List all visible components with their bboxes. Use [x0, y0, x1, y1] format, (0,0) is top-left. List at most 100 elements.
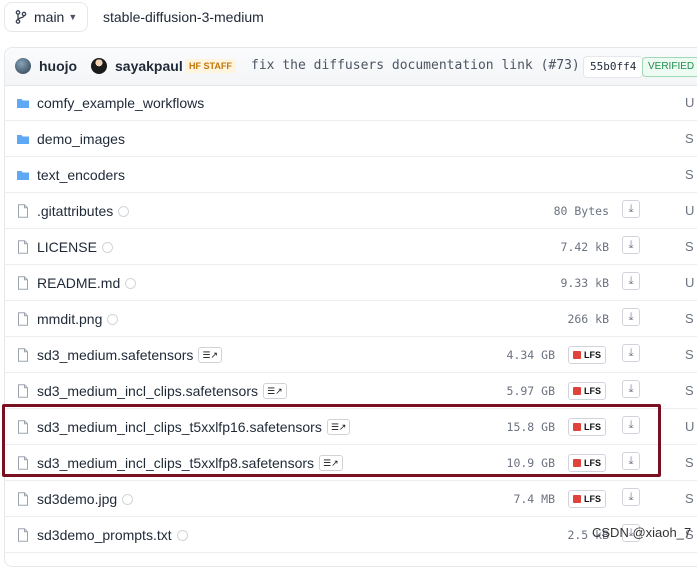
file-row[interactable]: comfy_example_workflows U — [5, 85, 697, 121]
file-size: 4.34 GB — [506, 348, 555, 362]
download-icon[interactable]: ⤓ — [622, 488, 640, 506]
external-link-icon: ↗ — [275, 386, 283, 397]
lfs-badge: LFS — [568, 454, 606, 472]
lfs-cube-icon — [573, 351, 581, 359]
file-icon — [18, 312, 28, 326]
last-updated-truncated: S — [685, 131, 694, 146]
file-row[interactable]: sd3_medium_incl_clips_t5xxlfp8.safetenso… — [5, 445, 697, 481]
commit-message[interactable]: fix the diffusers documentation link (#7… — [251, 58, 580, 73]
file-row[interactable]: sd3_medium.safetensors ☰↗ 4.34 GB LFS ⤓ S — [5, 337, 697, 373]
file-name[interactable]: sd3_medium_incl_clips.safetensors ☰↗ — [37, 383, 287, 400]
file-name[interactable]: mmdit.png — [37, 311, 119, 327]
commit-coauthor[interactable]: sayakpaul — [115, 58, 183, 74]
security-check-icon — [107, 313, 119, 325]
file-name[interactable]: text_encoders — [37, 167, 125, 183]
last-updated-truncated: S — [685, 383, 694, 398]
external-link-icon: ↗ — [331, 458, 339, 469]
file-icon — [18, 420, 28, 434]
download-icon[interactable]: ⤓ — [622, 452, 640, 470]
file-size: 7.4 MB — [513, 492, 555, 506]
file-name[interactable]: sd3demo_prompts.txt — [37, 527, 188, 543]
security-check-icon — [125, 277, 137, 289]
last-updated-truncated: S — [685, 311, 694, 326]
avatar[interactable] — [91, 58, 107, 74]
lfs-badge: LFS — [568, 490, 606, 508]
commit-author[interactable]: huojo — [39, 58, 77, 74]
download-icon[interactable]: ⤓ — [622, 272, 640, 290]
file-name[interactable]: demo_images — [37, 131, 125, 147]
commit-hash[interactable]: 55b0ff4 — [583, 56, 644, 78]
download-icon[interactable]: ⤓ — [622, 236, 640, 254]
security-check-icon — [176, 529, 188, 541]
folder-icon — [17, 135, 29, 144]
safetensors-viewer-tag[interactable]: ☰↗ — [198, 347, 223, 364]
file-size: 80 Bytes — [553, 204, 609, 218]
branch-selector[interactable]: main ▼ — [4, 2, 88, 32]
safetensors-viewer-tag[interactable]: ☰↗ — [263, 383, 287, 400]
safetensors-viewer-tag[interactable]: ☰↗ — [319, 455, 343, 472]
file-size: 5.97 GB — [506, 384, 555, 398]
folder-icon — [17, 171, 29, 180]
security-check-icon — [122, 493, 134, 505]
file-row[interactable]: sd3demo.jpg 7.4 MB LFS ⤓ S — [5, 481, 697, 517]
file-row[interactable]: mmdit.png 266 kB ⤓ S — [5, 301, 697, 337]
last-updated-truncated: S — [685, 347, 694, 362]
file-row[interactable]: text_encoders S — [5, 157, 697, 193]
file-name[interactable]: sd3_medium.safetensors ☰↗ — [37, 347, 223, 364]
watermark: CSDN @xiaoh_7 — [592, 525, 692, 540]
file-row[interactable]: .gitattributes 80 Bytes ⤓ U — [5, 193, 697, 229]
download-icon[interactable]: ⤓ — [622, 200, 640, 218]
last-updated-truncated: S — [685, 455, 694, 470]
download-icon[interactable]: ⤓ — [622, 380, 640, 398]
file-size: 7.42 kB — [560, 240, 609, 254]
file-name[interactable]: sd3_medium_incl_clips_t5xxlfp8.safetenso… — [37, 455, 343, 472]
file-icon — [18, 492, 28, 506]
file-icon — [18, 348, 28, 362]
lfs-cube-icon — [573, 495, 581, 503]
file-name[interactable]: comfy_example_workflows — [37, 95, 204, 111]
folder-icon — [17, 99, 29, 108]
file-name[interactable]: LICENSE — [37, 239, 113, 255]
safetensors-viewer-tag[interactable]: ☰↗ — [326, 419, 351, 436]
lfs-cube-icon — [573, 423, 581, 431]
staff-badge: HF STAFF — [185, 59, 236, 73]
lfs-badge: LFS — [568, 346, 606, 364]
external-link-icon: ↗ — [338, 422, 347, 433]
last-updated-truncated: S — [685, 167, 694, 182]
file-row[interactable]: README.md 9.33 kB ⤓ U — [5, 265, 697, 301]
file-row[interactable]: sd3_medium_incl_clips.safetensors ☰↗ 5.97 … — [5, 373, 697, 409]
file-icon — [18, 204, 28, 218]
download-icon[interactable]: ⤓ — [622, 344, 640, 362]
download-icon[interactable]: ⤓ — [622, 308, 640, 326]
last-updated-truncated: U — [685, 275, 695, 290]
file-size: 10.9 GB — [506, 456, 555, 470]
repo-path[interactable]: stable-diffusion-3-medium — [103, 9, 264, 25]
lfs-badge: LFS — [568, 418, 606, 436]
repo-header: main ▼ stable-diffusion-3-medium — [0, 0, 697, 40]
file-icon — [18, 240, 28, 254]
lfs-badge: LFS — [568, 382, 606, 400]
file-name[interactable]: .gitattributes — [37, 203, 130, 219]
file-name[interactable]: README.md — [37, 275, 137, 291]
download-icon[interactable]: ⤓ — [622, 416, 640, 434]
layers-icon: ☰ — [323, 458, 332, 469]
file-icon — [18, 456, 28, 470]
last-updated-truncated: U — [685, 419, 695, 434]
last-updated-truncated: S — [685, 239, 694, 254]
file-icon — [18, 528, 28, 542]
file-table: huojo sayakpaul HF STAFF fix the diffuse… — [4, 47, 697, 567]
layers-icon: ☰ — [330, 422, 339, 433]
file-icon — [18, 384, 28, 398]
lfs-cube-icon — [573, 459, 581, 467]
file-icon — [18, 276, 28, 290]
chevron-down-icon: ▼ — [68, 12, 78, 22]
file-size: 15.8 GB — [506, 420, 555, 434]
file-row[interactable]: LICENSE 7.42 kB ⤓ S — [5, 229, 697, 265]
avatar[interactable] — [15, 58, 31, 74]
file-name[interactable]: sd3_medium_incl_clips_t5xxlfp16.safetens… — [37, 419, 351, 436]
branch-name: main — [34, 9, 65, 25]
file-row[interactable]: sd3_medium_incl_clips_t5xxlfp16.safetens… — [5, 409, 697, 445]
file-row[interactable]: demo_images S — [5, 121, 697, 157]
last-updated-truncated: S — [685, 491, 694, 506]
file-name[interactable]: sd3demo.jpg — [37, 491, 134, 507]
